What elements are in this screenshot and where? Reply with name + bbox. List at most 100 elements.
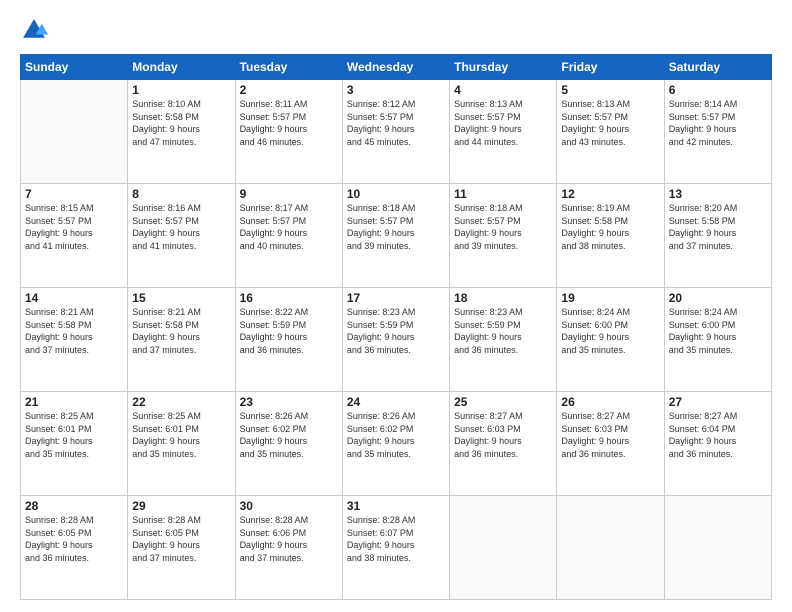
weekday-header-tuesday: Tuesday — [235, 55, 342, 80]
calendar-week-1: 1Sunrise: 8:10 AM Sunset: 5:58 PM Daylig… — [21, 80, 772, 184]
calendar-cell — [21, 80, 128, 184]
day-number: 12 — [561, 187, 659, 201]
day-info: Sunrise: 8:25 AM Sunset: 6:01 PM Dayligh… — [25, 410, 123, 460]
calendar-cell: 19Sunrise: 8:24 AM Sunset: 6:00 PM Dayli… — [557, 288, 664, 392]
day-number: 6 — [669, 83, 767, 97]
calendar-cell: 15Sunrise: 8:21 AM Sunset: 5:58 PM Dayli… — [128, 288, 235, 392]
calendar-cell: 5Sunrise: 8:13 AM Sunset: 5:57 PM Daylig… — [557, 80, 664, 184]
day-info: Sunrise: 8:27 AM Sunset: 6:04 PM Dayligh… — [669, 410, 767, 460]
calendar-cell: 10Sunrise: 8:18 AM Sunset: 5:57 PM Dayli… — [342, 184, 449, 288]
day-info: Sunrise: 8:18 AM Sunset: 5:57 PM Dayligh… — [347, 202, 445, 252]
day-number: 3 — [347, 83, 445, 97]
logo — [20, 16, 52, 44]
day-info: Sunrise: 8:21 AM Sunset: 5:58 PM Dayligh… — [132, 306, 230, 356]
day-info: Sunrise: 8:14 AM Sunset: 5:57 PM Dayligh… — [669, 98, 767, 148]
day-number: 15 — [132, 291, 230, 305]
day-info: Sunrise: 8:25 AM Sunset: 6:01 PM Dayligh… — [132, 410, 230, 460]
calendar-cell: 22Sunrise: 8:25 AM Sunset: 6:01 PM Dayli… — [128, 392, 235, 496]
day-number: 24 — [347, 395, 445, 409]
day-info: Sunrise: 8:20 AM Sunset: 5:58 PM Dayligh… — [669, 202, 767, 252]
weekday-header-friday: Friday — [557, 55, 664, 80]
day-info: Sunrise: 8:28 AM Sunset: 6:05 PM Dayligh… — [132, 514, 230, 564]
day-number: 5 — [561, 83, 659, 97]
calendar-cell: 14Sunrise: 8:21 AM Sunset: 5:58 PM Dayli… — [21, 288, 128, 392]
calendar-cell: 9Sunrise: 8:17 AM Sunset: 5:57 PM Daylig… — [235, 184, 342, 288]
day-info: Sunrise: 8:27 AM Sunset: 6:03 PM Dayligh… — [454, 410, 552, 460]
day-info: Sunrise: 8:28 AM Sunset: 6:05 PM Dayligh… — [25, 514, 123, 564]
day-number: 23 — [240, 395, 338, 409]
calendar-week-5: 28Sunrise: 8:28 AM Sunset: 6:05 PM Dayli… — [21, 496, 772, 600]
day-number: 1 — [132, 83, 230, 97]
calendar-cell: 3Sunrise: 8:12 AM Sunset: 5:57 PM Daylig… — [342, 80, 449, 184]
logo-icon — [20, 16, 48, 44]
day-number: 28 — [25, 499, 123, 513]
calendar-cell: 27Sunrise: 8:27 AM Sunset: 6:04 PM Dayli… — [664, 392, 771, 496]
calendar-table: SundayMondayTuesdayWednesdayThursdayFrid… — [20, 54, 772, 600]
day-number: 16 — [240, 291, 338, 305]
calendar-cell — [450, 496, 557, 600]
calendar-cell: 29Sunrise: 8:28 AM Sunset: 6:05 PM Dayli… — [128, 496, 235, 600]
page: SundayMondayTuesdayWednesdayThursdayFrid… — [0, 0, 792, 612]
weekday-header-monday: Monday — [128, 55, 235, 80]
weekday-header-sunday: Sunday — [21, 55, 128, 80]
day-number: 21 — [25, 395, 123, 409]
calendar-week-4: 21Sunrise: 8:25 AM Sunset: 6:01 PM Dayli… — [21, 392, 772, 496]
day-number: 13 — [669, 187, 767, 201]
day-info: Sunrise: 8:28 AM Sunset: 6:06 PM Dayligh… — [240, 514, 338, 564]
day-number: 17 — [347, 291, 445, 305]
day-number: 10 — [347, 187, 445, 201]
calendar-cell: 24Sunrise: 8:26 AM Sunset: 6:02 PM Dayli… — [342, 392, 449, 496]
calendar-cell: 2Sunrise: 8:11 AM Sunset: 5:57 PM Daylig… — [235, 80, 342, 184]
header — [20, 16, 772, 44]
day-info: Sunrise: 8:23 AM Sunset: 5:59 PM Dayligh… — [454, 306, 552, 356]
calendar-cell: 20Sunrise: 8:24 AM Sunset: 6:00 PM Dayli… — [664, 288, 771, 392]
calendar-cell: 23Sunrise: 8:26 AM Sunset: 6:02 PM Dayli… — [235, 392, 342, 496]
day-info: Sunrise: 8:22 AM Sunset: 5:59 PM Dayligh… — [240, 306, 338, 356]
calendar-cell: 28Sunrise: 8:28 AM Sunset: 6:05 PM Dayli… — [21, 496, 128, 600]
day-number: 9 — [240, 187, 338, 201]
day-info: Sunrise: 8:28 AM Sunset: 6:07 PM Dayligh… — [347, 514, 445, 564]
day-info: Sunrise: 8:24 AM Sunset: 6:00 PM Dayligh… — [669, 306, 767, 356]
day-info: Sunrise: 8:11 AM Sunset: 5:57 PM Dayligh… — [240, 98, 338, 148]
weekday-header-row: SundayMondayTuesdayWednesdayThursdayFrid… — [21, 55, 772, 80]
day-info: Sunrise: 8:18 AM Sunset: 5:57 PM Dayligh… — [454, 202, 552, 252]
day-number: 22 — [132, 395, 230, 409]
day-info: Sunrise: 8:13 AM Sunset: 5:57 PM Dayligh… — [454, 98, 552, 148]
calendar-cell: 16Sunrise: 8:22 AM Sunset: 5:59 PM Dayli… — [235, 288, 342, 392]
day-number: 14 — [25, 291, 123, 305]
calendar-cell: 6Sunrise: 8:14 AM Sunset: 5:57 PM Daylig… — [664, 80, 771, 184]
calendar-week-3: 14 Sunrise: 8:21 AM Sunset: 5:58 PM Dayli… — [21, 288, 772, 392]
day-info: Sunrise: 8:26 AM Sunset: 6:02 PM Dayligh… — [240, 410, 338, 460]
weekday-header-thursday: Thursday — [450, 55, 557, 80]
calendar-cell: 4Sunrise: 8:13 AM Sunset: 5:57 PM Daylig… — [450, 80, 557, 184]
calendar-cell: 31Sunrise: 8:28 AM Sunset: 6:07 PM Dayli… — [342, 496, 449, 600]
calendar-cell: 13Sunrise: 8:20 AM Sunset: 5:58 PM Dayli… — [664, 184, 771, 288]
day-number: 27 — [669, 395, 767, 409]
calendar-cell: 12Sunrise: 8:19 AM Sunset: 5:58 PM Dayli… — [557, 184, 664, 288]
calendar-cell: 7Sunrise: 8:15 AM Sunset: 5:57 PM Daylig… — [21, 184, 128, 288]
day-info: Sunrise: 8:10 AM Sunset: 5:58 PM Dayligh… — [132, 98, 230, 148]
day-info: Sunrise: 8:24 AM Sunset: 6:00 PM Dayligh… — [561, 306, 659, 356]
day-number: 20 — [669, 291, 767, 305]
day-info: Sunrise: 8:19 AM Sunset: 5:58 PM Dayligh… — [561, 202, 659, 252]
day-info: Sunrise: 8:27 AM Sunset: 6:03 PM Dayligh… — [561, 410, 659, 460]
calendar-cell: 21Sunrise: 8:25 AM Sunset: 6:01 PM Dayli… — [21, 392, 128, 496]
day-info: Sunrise: 8:16 AM Sunset: 5:57 PM Dayligh… — [132, 202, 230, 252]
calendar-cell: 11Sunrise: 8:18 AM Sunset: 5:57 PM Dayli… — [450, 184, 557, 288]
day-number: 30 — [240, 499, 338, 513]
day-info: Sunrise: 8:23 AM Sunset: 5:59 PM Dayligh… — [347, 306, 445, 356]
day-number: 19 — [561, 291, 659, 305]
calendar-cell: 30Sunrise: 8:28 AM Sunset: 6:06 PM Dayli… — [235, 496, 342, 600]
day-info: Sunrise: 8:13 AM Sunset: 5:57 PM Dayligh… — [561, 98, 659, 148]
day-number: 2 — [240, 83, 338, 97]
calendar-week-2: 7Sunrise: 8:15 AM Sunset: 5:57 PM Daylig… — [21, 184, 772, 288]
day-info: Sunrise: 8:15 AM Sunset: 5:57 PM Dayligh… — [25, 202, 123, 252]
day-number: 7 — [25, 187, 123, 201]
day-info: Sunrise: 8:26 AM Sunset: 6:02 PM Dayligh… — [347, 410, 445, 460]
calendar-cell — [664, 496, 771, 600]
day-number: 4 — [454, 83, 552, 97]
calendar-cell: 18Sunrise: 8:23 AM Sunset: 5:59 PM Dayli… — [450, 288, 557, 392]
calendar-cell: 26Sunrise: 8:27 AM Sunset: 6:03 PM Dayli… — [557, 392, 664, 496]
day-number: 29 — [132, 499, 230, 513]
calendar-cell — [557, 496, 664, 600]
